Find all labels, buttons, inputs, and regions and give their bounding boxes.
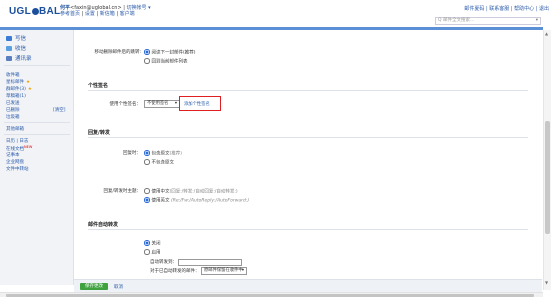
inbox-icon bbox=[6, 46, 12, 51]
section-title-forward: 邮件自动转发 bbox=[88, 222, 119, 228]
sidebar-item-transfer[interactable]: 文件中转站 bbox=[6, 166, 29, 172]
sidebar-inbox-label: 收信 bbox=[15, 46, 27, 52]
delete-redirect-option-list[interactable]: 回到当前邮件列表 bbox=[144, 58, 188, 65]
sidebar-item-inbox[interactable]: 收件箱 bbox=[6, 72, 20, 78]
sidebar-item-docs[interactable]: 在线文档NEW bbox=[6, 145, 32, 152]
save-button[interactable]: 保存更改 bbox=[80, 283, 108, 290]
search-input[interactable]: Q 邮件全文搜索... ▾ bbox=[435, 17, 541, 25]
scrollbar-thumb[interactable] bbox=[545, 121, 550, 234]
scroll-up-icon[interactable]: ▲ bbox=[545, 31, 548, 36]
sidebar-divider bbox=[4, 65, 70, 66]
sidebar-item-calendar[interactable]: 日历 | 日志 bbox=[6, 138, 28, 144]
header: UGL BAL 何平<faxin@uglobal.cn> | 切换帐号 ▾ 参考首… bbox=[0, 0, 553, 26]
search-placeholder: Q 邮件全文搜索... bbox=[438, 18, 475, 23]
scrollbar-thumb[interactable] bbox=[6, 293, 534, 297]
horizontal-scrollbar[interactable] bbox=[0, 292, 543, 297]
settings-panel: 移动删除邮件后的跳转: 阅读下一封邮件(推荐) 回到当前邮件列表 个性签名 使用… bbox=[78, 30, 538, 285]
logo[interactable]: UGL BAL bbox=[9, 6, 60, 17]
sidebar-item-starred[interactable]: 星标邮件 ★ bbox=[6, 79, 30, 85]
sidebar-item-spam[interactable]: 垃圾箱 bbox=[6, 114, 20, 120]
cancel-button[interactable]: 取消 bbox=[114, 284, 123, 290]
forward-address-input[interactable] bbox=[178, 259, 242, 266]
sidebar: 写信 收信 通讯录 收件箱 星标邮件 ★ 群邮件(3) ★ 草稿箱(1) 已发送 已… bbox=[0, 30, 74, 285]
sidebar-divider bbox=[4, 122, 70, 123]
account-info: 何平<faxin@uglobal.cn> | 切换帐号 ▾ 参考首页 | 设置 … bbox=[60, 5, 151, 17]
sidebar-contacts-label: 通讯录 bbox=[15, 56, 32, 62]
radio-icon[interactable] bbox=[144, 150, 150, 156]
top-links[interactable]: 邮件夏码 | 联系客服 | 帮助中心 | 退出 bbox=[464, 5, 549, 12]
subject-option-english[interactable]: 使用英文 (Re:/Fw:/AutoReply:/AutoForward:) bbox=[144, 197, 249, 204]
sidebar-item-group[interactable]: 群邮件(3) ★ bbox=[6, 86, 32, 92]
sidebar-compose-label: 写信 bbox=[15, 36, 27, 42]
scroll-down-icon[interactable]: ▼ bbox=[545, 280, 548, 285]
header-link-client[interactable]: 客户端 bbox=[120, 11, 135, 17]
chevron-down-icon: ▾ bbox=[174, 101, 177, 106]
subject-option-chinese[interactable]: 使用中文(回复:/转发:/自动回复:/自动转发:) bbox=[144, 188, 238, 195]
header-link-settings[interactable]: 设置 bbox=[85, 11, 95, 17]
contacts-icon bbox=[6, 56, 12, 61]
section-divider bbox=[88, 137, 528, 138]
radio-icon[interactable] bbox=[144, 188, 150, 194]
sidebar-contacts[interactable]: 通讯录 bbox=[6, 54, 32, 62]
sidebar-compose[interactable]: 写信 bbox=[6, 34, 26, 42]
forward-option-off[interactable]: 关闭 bbox=[144, 240, 161, 247]
star-icon: ★ bbox=[26, 80, 31, 85]
reply-option-include[interactable]: 包含原文(推荐) bbox=[144, 150, 182, 157]
radio-icon[interactable] bbox=[144, 249, 150, 255]
forward-address-label: 自动转发到： bbox=[150, 260, 177, 265]
sidebar-item-sent[interactable]: 已发送 bbox=[6, 100, 20, 106]
signature-label: 使用个性签名： bbox=[109, 102, 142, 107]
new-badge: NEW bbox=[24, 145, 33, 149]
sidebar-item-other[interactable]: 其他邮箱 bbox=[6, 126, 24, 132]
forward-option-on[interactable]: 启用 bbox=[144, 249, 161, 256]
section-divider bbox=[88, 90, 528, 91]
sidebar-divider bbox=[4, 134, 70, 135]
vertical-scrollbar[interactable]: ▲ ▼ bbox=[543, 30, 551, 290]
sidebar-item-drafts[interactable]: 草稿箱(1) bbox=[6, 93, 26, 99]
sidebar-inbox[interactable]: 收信 bbox=[6, 44, 26, 52]
reply-option-exclude[interactable]: 不包含原文 bbox=[144, 159, 174, 166]
subject-label: 回复/转发时主题： bbox=[103, 189, 141, 194]
radio-icon[interactable] bbox=[144, 49, 150, 55]
delete-redirect-option-next[interactable]: 阅读下一封邮件(推荐) bbox=[144, 49, 196, 56]
header-link-home[interactable]: 参考首页 bbox=[60, 11, 80, 17]
sidebar-item-deleted[interactable]: 已删除 bbox=[6, 107, 20, 113]
radio-icon[interactable] bbox=[144, 240, 150, 246]
section-divider bbox=[88, 229, 528, 230]
radio-icon[interactable] bbox=[144, 58, 150, 64]
radio-icon[interactable] bbox=[144, 197, 150, 203]
radio-icon[interactable] bbox=[144, 159, 150, 165]
delete-redirect-label: 移动删除邮件后的跳转: bbox=[94, 50, 141, 55]
section-title-signature: 个性签名 bbox=[88, 83, 109, 89]
section-title-reply: 回复/转发 bbox=[88, 130, 110, 136]
header-link-newmail[interactable]: 新信箱 bbox=[100, 11, 115, 17]
compose-icon bbox=[6, 36, 12, 41]
empty-trash-link[interactable]: [清空] bbox=[53, 107, 66, 113]
chevron-down-icon[interactable]: ▾ bbox=[536, 18, 538, 24]
forward-after-label: 对于已自动转发的邮件： bbox=[150, 269, 200, 274]
add-signature-link[interactable]: 添加个性签名 bbox=[184, 101, 210, 107]
star-icon: ★ bbox=[27, 87, 32, 92]
footer-bar: 保存更改 取消 bbox=[74, 279, 542, 293]
signature-select[interactable]: 不使用签名 ▾ bbox=[144, 100, 180, 108]
forward-after-select[interactable]: 原邮件保留在收件中 ▾ bbox=[201, 267, 247, 275]
reply-label: 回复时： bbox=[123, 151, 141, 156]
sidebar-item-netdisk[interactable]: 企业网盘 bbox=[6, 159, 24, 165]
sidebar-item-notes[interactable]: 记事本 bbox=[6, 152, 20, 158]
chevron-down-icon: ▾ bbox=[241, 268, 244, 273]
